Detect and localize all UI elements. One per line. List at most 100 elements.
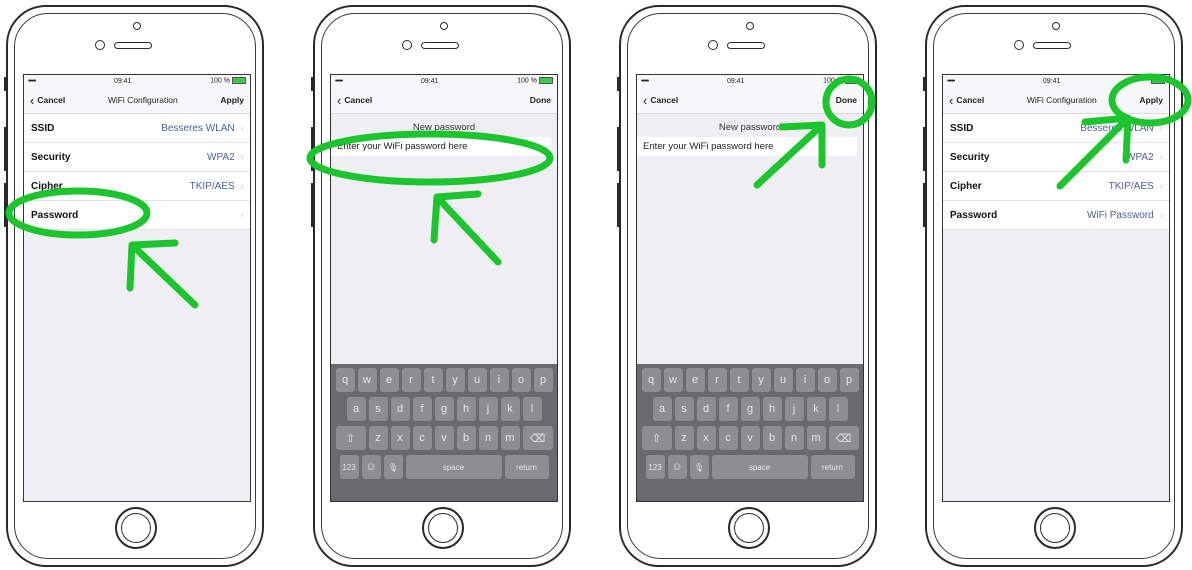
battery-icon <box>845 77 859 85</box>
key-p[interactable]: p <box>533 368 553 392</box>
apply-button[interactable]: Apply <box>220 95 244 105</box>
key-j[interactable]: j <box>784 397 804 421</box>
key-w[interactable]: w <box>357 368 377 392</box>
password-input[interactable]: Enter your WiFi password here <box>331 137 551 156</box>
row-label: Password <box>31 209 79 221</box>
backspace-key[interactable]: ⌫ <box>828 426 859 450</box>
numbers-key[interactable]: 123 <box>339 455 359 479</box>
apply-button[interactable]: Apply <box>1139 95 1163 105</box>
key-f[interactable]: f <box>718 397 738 421</box>
emoji-icon[interactable]: ☺ <box>361 455 381 479</box>
key-n[interactable]: n <box>784 426 804 450</box>
battery-icon <box>539 77 553 85</box>
key-z[interactable]: z <box>368 426 388 450</box>
key-s[interactable]: s <box>368 397 388 421</box>
chevron-right-icon: › <box>1159 180 1163 192</box>
key-c[interactable]: c <box>718 426 738 450</box>
battery-icon <box>232 77 246 85</box>
cancel-button[interactable]: ‹ Cancel <box>337 94 372 107</box>
cancel-button[interactable]: ‹ Cancel <box>949 94 984 107</box>
key-w[interactable]: w <box>663 368 683 392</box>
key-o[interactable]: o <box>817 368 837 392</box>
return-key[interactable]: return <box>504 455 549 479</box>
ssid-row[interactable]: SSID Besseres WLAN › <box>24 114 250 143</box>
key-c[interactable]: c <box>412 426 432 450</box>
home-button[interactable] <box>1034 507 1076 549</box>
home-button[interactable] <box>422 507 464 549</box>
key-e[interactable]: e <box>685 368 705 392</box>
key-x[interactable]: x <box>696 426 716 450</box>
done-button[interactable]: Done <box>530 95 551 105</box>
shift-key[interactable]: ⇧ <box>335 426 366 450</box>
key-d[interactable]: d <box>696 397 716 421</box>
ssid-row[interactable]: SSID Besseres WLAN › <box>943 114 1169 143</box>
key-b[interactable]: b <box>456 426 476 450</box>
return-key[interactable]: return <box>810 455 855 479</box>
home-button[interactable] <box>115 507 157 549</box>
microphone-icon[interactable]: 🎙 <box>383 455 403 479</box>
cancel-button[interactable]: ‹ Cancel <box>643 94 678 107</box>
key-x[interactable]: x <box>390 426 410 450</box>
home-button[interactable] <box>728 507 770 549</box>
speaker-grille <box>114 42 152 49</box>
key-g[interactable]: g <box>740 397 760 421</box>
key-z[interactable]: z <box>674 426 694 450</box>
key-m[interactable]: m <box>806 426 826 450</box>
security-row[interactable]: Security WPA2 › <box>24 143 250 172</box>
space-key[interactable]: space <box>711 455 808 479</box>
cipher-row[interactable]: Cipher TKIP/AES › <box>24 172 250 201</box>
key-j[interactable]: j <box>478 397 498 421</box>
microphone-icon[interactable]: 🎙 <box>689 455 709 479</box>
cipher-row[interactable]: Cipher TKIP/AES › <box>943 172 1169 201</box>
key-t[interactable]: t <box>729 368 749 392</box>
password-row[interactable]: Password WiFi Password › <box>943 201 1169 230</box>
key-h[interactable]: h <box>762 397 782 421</box>
key-q[interactable]: q <box>641 368 661 392</box>
emoji-icon[interactable]: ☺ <box>667 455 687 479</box>
battery-indicator: 100 % <box>823 77 859 85</box>
cancel-button[interactable]: ‹ Cancel <box>30 94 65 107</box>
key-l[interactable]: l <box>522 397 542 421</box>
key-g[interactable]: g <box>434 397 454 421</box>
nav-bar: ‹ Cancel WiFi Configuration Apply <box>943 87 1169 114</box>
key-v[interactable]: v <box>434 426 454 450</box>
key-k[interactable]: k <box>806 397 826 421</box>
password-row[interactable]: Password › <box>24 201 250 230</box>
numbers-key[interactable]: 123 <box>645 455 665 479</box>
key-d[interactable]: d <box>390 397 410 421</box>
key-f[interactable]: f <box>412 397 432 421</box>
security-row[interactable]: Security WPA2 › <box>943 143 1169 172</box>
key-r[interactable]: r <box>707 368 727 392</box>
key-h[interactable]: h <box>456 397 476 421</box>
key-l[interactable]: l <box>828 397 848 421</box>
key-v[interactable]: v <box>740 426 760 450</box>
key-t[interactable]: t <box>423 368 443 392</box>
row-value: Besseres WLAN <box>161 122 235 134</box>
shift-key[interactable]: ⇧ <box>641 426 672 450</box>
key-y[interactable]: y <box>751 368 771 392</box>
key-a[interactable]: a <box>346 397 366 421</box>
keyboard: qwertyuiop asdfghjkl ⇧ z x c v b n m ⌫ 123 ☺ 🎙 spac… <box>331 364 557 501</box>
key-i[interactable]: i <box>795 368 815 392</box>
key-u[interactable]: u <box>773 368 793 392</box>
key-a[interactable]: a <box>652 397 672 421</box>
signal-icon: ••••• <box>28 77 36 85</box>
key-e[interactable]: e <box>379 368 399 392</box>
key-q[interactable]: q <box>335 368 355 392</box>
key-o[interactable]: o <box>511 368 531 392</box>
key-s[interactable]: s <box>674 397 694 421</box>
password-input[interactable]: Enter your WiFi password here <box>637 137 857 156</box>
space-key[interactable]: space <box>405 455 502 479</box>
key-m[interactable]: m <box>500 426 520 450</box>
key-b[interactable]: b <box>762 426 782 450</box>
key-r[interactable]: r <box>401 368 421 392</box>
key-u[interactable]: u <box>467 368 487 392</box>
done-button[interactable]: Done <box>836 95 857 105</box>
backspace-key[interactable]: ⌫ <box>522 426 553 450</box>
key-i[interactable]: i <box>489 368 509 392</box>
key-p[interactable]: p <box>839 368 859 392</box>
chevron-right-icon: › <box>1159 151 1163 163</box>
key-y[interactable]: y <box>445 368 465 392</box>
key-n[interactable]: n <box>478 426 498 450</box>
key-k[interactable]: k <box>500 397 520 421</box>
